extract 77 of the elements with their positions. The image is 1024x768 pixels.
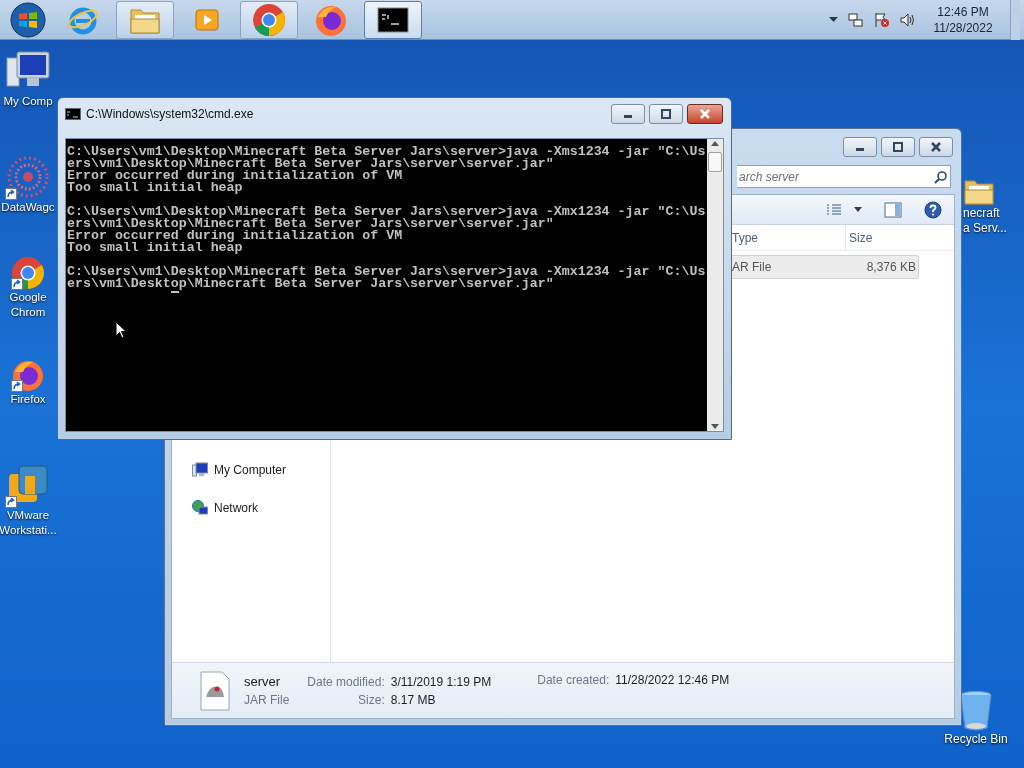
java-file-icon bbox=[200, 670, 230, 711]
search-placeholder: arch server bbox=[739, 168, 800, 186]
maximize-button[interactable] bbox=[881, 137, 915, 157]
scrollbar[interactable] bbox=[707, 139, 723, 431]
maximize-button[interactable] bbox=[649, 104, 683, 124]
desktop-icon-label[interactable]: Firefox bbox=[10, 392, 46, 407]
console-line: Too small initial heap bbox=[67, 242, 244, 254]
detail-label: Date created: bbox=[537, 672, 610, 689]
detail-value: 8.17 MB bbox=[390, 691, 437, 709]
detail-label: Size: bbox=[357, 691, 385, 709]
file-name: server bbox=[244, 672, 282, 691]
window-title: C:\Windows\system32\cmd.exe bbox=[86, 106, 254, 123]
console-line: C:\Users\vm1\Desktop\Minecraft Beta Server Jars\server>java -Xmx1234 -jar "C:\Us bbox=[67, 206, 706, 218]
file-type: JAR File bbox=[244, 691, 290, 709]
shortcut-arrow-icon bbox=[5, 496, 17, 508]
help-icon[interactable] bbox=[924, 200, 942, 219]
column-header[interactable]: Type bbox=[729, 225, 845, 250]
file-size-cell-text: 8,376 KB bbox=[865, 259, 917, 276]
detail-value: 3/11/2019 1:19 PM bbox=[390, 673, 492, 691]
scroll-down-icon[interactable] bbox=[711, 424, 719, 429]
desktop-icon-label[interactable]: necraft bbox=[963, 206, 1000, 221]
caret-up-icon[interactable] bbox=[829, 17, 838, 22]
scroll-up-icon[interactable] bbox=[711, 141, 719, 146]
shortcut-arrow-icon bbox=[11, 380, 23, 392]
desktop-icon-label[interactable]: Google bbox=[9, 290, 47, 305]
desktop-icon-label[interactable]: DataWagc bbox=[1, 200, 55, 215]
desktop-icon-label[interactable]: Recycle Bin bbox=[944, 732, 1008, 747]
console-line: ers\vm1\Desktop\Minecraft Beta Server Jars\server\server.jar" bbox=[67, 218, 555, 230]
maximize-icon bbox=[660, 109, 672, 119]
close-icon bbox=[699, 109, 711, 119]
console-icon bbox=[65, 108, 81, 120]
network-icon[interactable] bbox=[848, 11, 864, 28]
file-row[interactable]: AR File 8,376 KB bbox=[729, 255, 919, 279]
chrome-logo-icon bbox=[252, 2, 286, 37]
shortcut-arrow-icon bbox=[5, 188, 17, 200]
console-line: Too small initial heap bbox=[67, 182, 244, 194]
detail-label: Date modified: bbox=[307, 673, 385, 691]
start-orb-icon bbox=[10, 1, 46, 38]
minimize-button[interactable] bbox=[843, 137, 877, 157]
search-field[interactable]: arch server bbox=[737, 165, 951, 188]
detail-value: 11/28/2022 12:46 PM bbox=[615, 672, 730, 689]
column-header[interactable]: Size bbox=[845, 225, 925, 250]
globe-computer-icon bbox=[192, 500, 208, 516]
close-button[interactable] bbox=[687, 104, 723, 124]
desktop-icon-label[interactable]: a Serv... bbox=[963, 221, 1007, 236]
computer-icon bbox=[192, 462, 208, 478]
taskbar-button[interactable] bbox=[364, 0, 422, 39]
caret-icon[interactable] bbox=[854, 207, 862, 212]
dotted-sphere-icon bbox=[5, 154, 51, 200]
minimize-button[interactable] bbox=[611, 104, 645, 124]
file-type-cell-text: AR File bbox=[731, 259, 773, 276]
nav-item[interactable]: Network bbox=[214, 499, 258, 517]
mouse-pointer-icon bbox=[115, 321, 127, 339]
speaker-icon[interactable] bbox=[900, 11, 916, 28]
maximize-icon bbox=[892, 142, 904, 152]
text-cursor bbox=[171, 291, 179, 293]
desktop-icon-label[interactable]: VMware bbox=[6, 508, 50, 523]
flag-alert-icon[interactable] bbox=[874, 11, 890, 28]
close-button[interactable] bbox=[919, 137, 953, 157]
console-line: ers\vm1\Desktop\Minecraft Beta Server Jars\server\server.jar" bbox=[67, 278, 555, 290]
close-icon bbox=[930, 142, 942, 152]
console-icon bbox=[377, 6, 409, 33]
desktop-icon-label[interactable]: Chrom bbox=[10, 305, 46, 320]
recycle-bin-icon bbox=[959, 690, 993, 732]
nav-item[interactable]: My Computer bbox=[214, 461, 287, 479]
desktop-icon-label[interactable]: My Comp bbox=[3, 94, 53, 109]
search-icon bbox=[934, 169, 948, 184]
console-line: Error occurred during initialization of VM bbox=[67, 170, 403, 182]
console-line: Error occurred during initialization of VM bbox=[67, 230, 403, 242]
console-line: C:\Users\vm1\Desktop\Minecraft Beta Server Jars\server>java -Xmx1234 -jar "C:\Us bbox=[67, 266, 706, 278]
scroll-thumb[interactable] bbox=[708, 152, 722, 172]
console-line: C:\Users\vm1\Desktop\Minecraft Beta Server Jars\server>java -Xms1234 -jar "C:\Us bbox=[67, 146, 706, 158]
shortcut-arrow-icon bbox=[11, 278, 23, 290]
clock-time[interactable]: 12:46 PM bbox=[937, 3, 989, 20]
clock-date[interactable]: 11/28/2022 bbox=[933, 19, 993, 36]
desktop-icon-label[interactable]: Workstati... bbox=[0, 523, 57, 538]
console-line: ers\vm1\Desktop\Minecraft Beta Server Jars\server\server.jar" bbox=[67, 158, 555, 170]
